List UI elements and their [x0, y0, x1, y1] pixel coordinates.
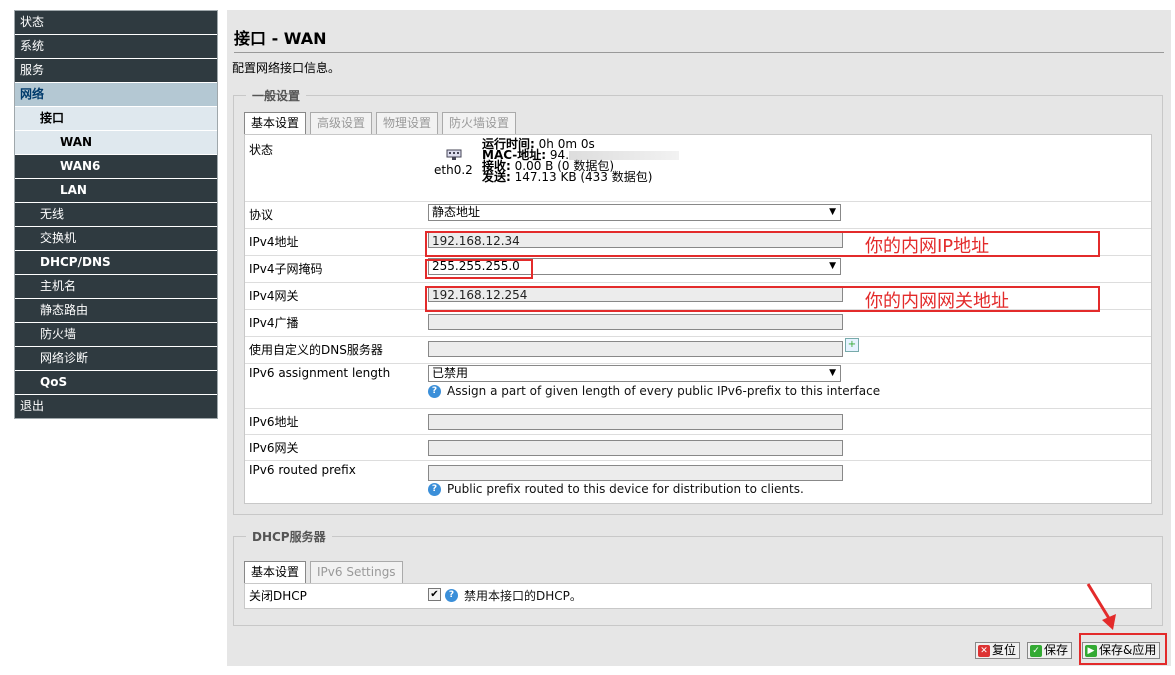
dropdown-arrow-icon: ▼: [829, 261, 836, 271]
help-icon: ?: [445, 589, 458, 602]
ipv6-assignment-help-text: Assign a part of given length of every p…: [447, 384, 881, 398]
dropdown-arrow-icon: ▼: [829, 207, 836, 217]
reset-button-label: 复位: [992, 643, 1017, 657]
disable-dhcp-help-text: 禁用本接口的DHCP。: [464, 589, 582, 603]
menu-services[interactable]: 服务: [15, 59, 217, 83]
menu-dhcp-dns[interactable]: DHCP/DNS: [15, 251, 217, 275]
ipv6-gateway-input[interactable]: [428, 440, 843, 456]
general-settings-legend: 一般设置: [246, 87, 307, 104]
custom-dns-input[interactable]: [428, 341, 843, 357]
disable-dhcp-checkbox[interactable]: ✔: [428, 588, 441, 601]
ipv6-assignment-length-label: IPv6 assignment length: [249, 366, 391, 380]
dhcp-server-legend: DHCP服务器: [246, 528, 332, 545]
general-basic-panel: 状态 eth0.2 运行时间: 0h 0m 0s MAC-地址: 94. 接收:…: [244, 134, 1152, 504]
ipv4-gateway-label: IPv4网关: [249, 289, 299, 303]
protocol-row: 协议 静态地址 ▼: [245, 201, 1151, 229]
ipv4-broadcast-input[interactable]: [428, 314, 843, 330]
tab-physical[interactable]: 物理设置: [376, 112, 439, 134]
menu-status[interactable]: 状态: [15, 11, 217, 35]
dhcp-basic-panel: 关闭DHCP ✔ ? 禁用本接口的DHCP。: [244, 583, 1152, 609]
interface-name: eth0.2: [434, 163, 473, 177]
ipv4-netmask-label: IPv4子网掩码: [249, 262, 323, 276]
ip-annotation-text: 你的内网IP地址: [865, 236, 990, 257]
netmask-annotation-box: [425, 259, 533, 279]
general-tabs: 基本设置 高级设置 物理设置 防火墙设置: [244, 112, 520, 134]
disable-dhcp-help: ? 禁用本接口的DHCP。: [445, 587, 582, 604]
protocol-label: 协议: [249, 208, 274, 222]
status-row: 状态 eth0.2 运行时间: 0h 0m 0s MAC-地址: 94. 接收:…: [245, 135, 1151, 202]
protocol-select[interactable]: 静态地址 ▼: [428, 204, 841, 221]
save-button-label: 保存: [1044, 643, 1069, 657]
custom-dns-label: 使用自定义的DNS服务器: [249, 343, 383, 357]
ipv6-assignment-help: ? Assign a part of given length of every…: [428, 384, 880, 398]
menu-system[interactable]: 系统: [15, 35, 217, 59]
menu-switch[interactable]: 交换机: [15, 227, 217, 251]
ipv6-address-label: IPv6地址: [249, 415, 299, 429]
page-description: 配置网络接口信息。: [232, 61, 341, 75]
help-icon: ?: [428, 482, 441, 496]
menu-static-routes[interactable]: 静态路由: [15, 299, 217, 323]
save-button[interactable]: ✓ 保存: [1027, 642, 1073, 659]
menu-network[interactable]: 网络: [15, 83, 217, 107]
ipv6-routed-prefix-input[interactable]: [428, 465, 843, 481]
ipv4-address-label: IPv4地址: [249, 235, 299, 249]
save-icon: ✓: [1030, 644, 1042, 657]
menu-wan[interactable]: WAN: [15, 131, 217, 155]
help-icon: ?: [428, 384, 441, 398]
tab-basic[interactable]: 基本设置: [244, 112, 307, 134]
dropdown-arrow-icon: ▼: [829, 368, 836, 378]
menu-wan6[interactable]: WAN6: [15, 155, 217, 179]
dhcp-tabs: 基本设置 IPv6 Settings: [244, 561, 407, 583]
status-label: 状态: [249, 143, 274, 157]
ipv6-routed-prefix-row: IPv6 routed prefix ? Public prefix route…: [245, 460, 1151, 502]
add-entry-icon[interactable]: +: [845, 338, 859, 352]
tab-dhcp-basic[interactable]: 基本设置: [244, 561, 307, 583]
ipv4-netmask-row: IPv4子网掩码 255.255.255.0 ▼: [245, 255, 1151, 283]
ipv4-broadcast-row: IPv4广播: [245, 309, 1151, 337]
ipv6-gateway-row: IPv6网关: [245, 434, 1151, 461]
reset-button[interactable]: ✕ 复位: [975, 642, 1021, 659]
ip-annotation-box: [425, 231, 1100, 257]
menu-hostnames[interactable]: 主机名: [15, 275, 217, 299]
tab-advanced[interactable]: 高级设置: [310, 112, 373, 134]
save-apply-annotation-box: [1079, 633, 1167, 665]
gateway-annotation-text: 你的内网网关地址: [865, 291, 1009, 312]
sidebar-menu: 状态 系统 服务 网络 接口 WAN WAN6 LAN 无线 交换机 DHCP/…: [14, 10, 218, 419]
ethernet-port-icon: [446, 149, 462, 161]
ipv6-assignment-length-row: IPv6 assignment length 已禁用 ▼ ? Assign a …: [245, 363, 1151, 409]
ipv6-prefix-help: ? Public prefix routed to this device fo…: [428, 482, 804, 496]
ipv6-address-input[interactable]: [428, 414, 843, 430]
ipv6-assignment-length-value: 已禁用: [432, 366, 469, 380]
menu-firewall[interactable]: 防火墙: [15, 323, 217, 347]
menu-diagnostics[interactable]: 网络诊断: [15, 347, 217, 371]
menu-logout[interactable]: 退出: [15, 395, 217, 418]
tx-label: 发送:: [482, 170, 511, 184]
custom-dns-row: 使用自定义的DNS服务器 +: [245, 336, 1151, 364]
tab-firewall[interactable]: 防火墙设置: [442, 112, 517, 134]
arrow-annotation-icon: [1086, 583, 1116, 630]
protocol-value: 静态地址: [432, 205, 481, 219]
main-content: 接口 - WAN 配置网络接口信息。 一般设置 基本设置 高级设置 物理设置 防…: [227, 10, 1171, 666]
menu-wireless[interactable]: 无线: [15, 203, 217, 227]
ipv6-assignment-length-select[interactable]: 已禁用 ▼: [428, 365, 841, 382]
status-details: 运行时间: 0h 0m 0s MAC-地址: 94. 接收: 0.00 B (0…: [482, 138, 680, 184]
ipv6-gateway-label: IPv6网关: [249, 441, 299, 455]
disable-dhcp-label: 关闭DHCP: [249, 589, 307, 603]
page-title: 接口 - WAN: [234, 25, 1164, 53]
ipv6-address-row: IPv6地址: [245, 408, 1151, 435]
tab-dhcp-ipv6[interactable]: IPv6 Settings: [310, 561, 403, 583]
ipv6-prefix-help-text: Public prefix routed to this device for …: [447, 482, 804, 496]
tx-value: 147.13 KB (433 数据包): [514, 170, 653, 184]
menu-qos[interactable]: QoS: [15, 371, 217, 395]
ipv6-routed-prefix-label: IPv6 routed prefix: [249, 463, 356, 477]
reset-icon: ✕: [978, 644, 990, 657]
menu-interfaces[interactable]: 接口: [15, 107, 217, 131]
ipv4-broadcast-label: IPv4广播: [249, 316, 299, 330]
menu-lan[interactable]: LAN: [15, 179, 217, 203]
dhcp-server-section: DHCP服务器 基本设置 IPv6 Settings 关闭DHCP ✔ ? 禁用…: [233, 528, 1163, 626]
